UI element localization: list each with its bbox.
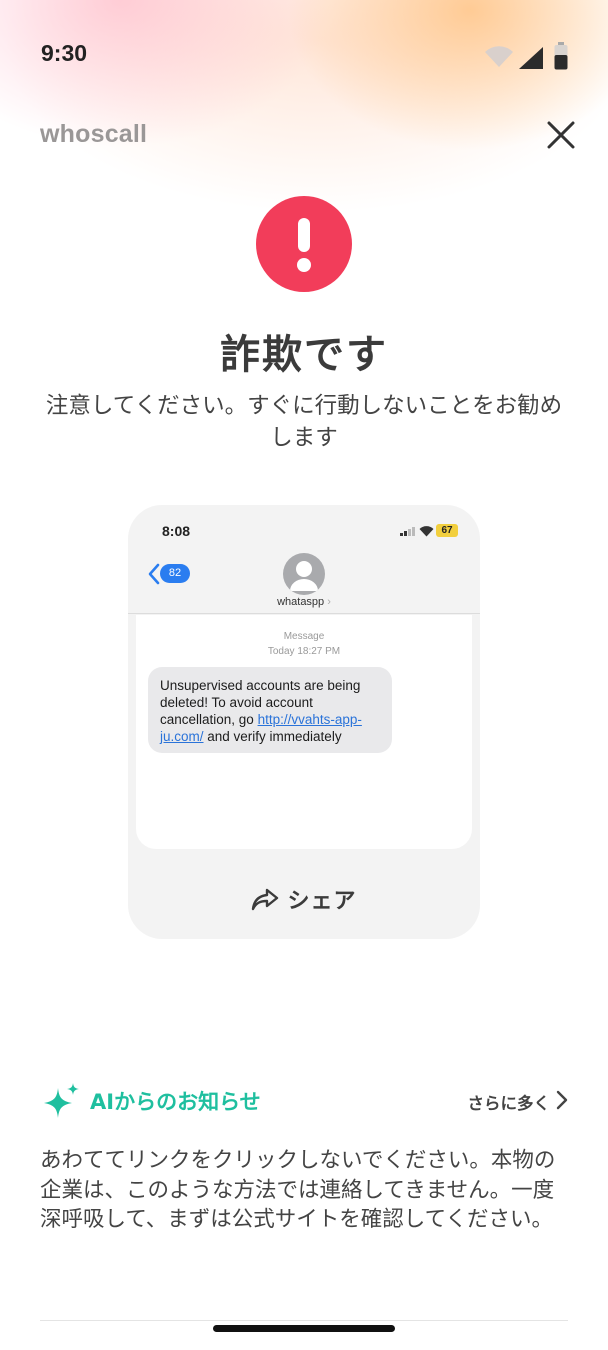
signal-icon bbox=[519, 47, 543, 69]
wifi-icon bbox=[485, 46, 513, 67]
ai-notice-body: あわててリンクをクリックしないでください。本物の企業は、このような方法では連絡し… bbox=[40, 1148, 556, 1232]
preview-contact-name: whataspp › bbox=[277, 596, 331, 608]
status-time: 9:30 bbox=[41, 40, 88, 66]
home-indicator[interactable] bbox=[213, 1325, 395, 1332]
more-link[interactable]: さらに多く bbox=[468, 1090, 551, 1114]
preview-status-time: 8:08 bbox=[162, 523, 191, 539]
preview-avatar bbox=[283, 553, 325, 595]
chevron-right-icon[interactable] bbox=[556, 1090, 568, 1110]
exclamation-icon bbox=[297, 218, 311, 272]
alert-subtitle: 注意してください。すぐに行動しないことをお勧めします bbox=[45, 393, 563, 451]
message-preview-card: 8:08 67 82 whataspp › Message Today 18:2… bbox=[128, 505, 480, 939]
battery-icon bbox=[554, 42, 568, 70]
ai-notice-title: AIからのお知らせ bbox=[90, 1090, 261, 1114]
person-icon bbox=[290, 561, 318, 591]
chevron-left-icon bbox=[148, 563, 160, 585]
status-bar: 9:30 bbox=[0, 0, 608, 100]
alert-title: 詐欺です bbox=[220, 332, 388, 378]
alert-badge bbox=[256, 196, 352, 292]
share-icon bbox=[252, 888, 279, 911]
preview-signal-icon bbox=[400, 527, 415, 536]
preview-battery-icon: 67 bbox=[436, 524, 458, 537]
close-button[interactable] bbox=[543, 117, 579, 153]
whoscall-logo: whoscall bbox=[40, 120, 148, 148]
share-label: シェア bbox=[287, 889, 357, 914]
bottom-divider bbox=[40, 1320, 568, 1321]
preview-unread-badge: 82 bbox=[160, 564, 190, 583]
share-button[interactable]: シェア bbox=[128, 875, 480, 919]
preview-message-bubble: Unsupervised accounts are being deleted!… bbox=[148, 667, 392, 753]
preview-wifi-icon bbox=[419, 526, 434, 537]
preview-back-button: 82 bbox=[148, 563, 190, 585]
preview-divider bbox=[128, 613, 480, 614]
preview-message-header: Message Today 18:27 PM bbox=[267, 631, 341, 657]
ai-notice-header: AIからのお知らせ さらに多く bbox=[40, 1082, 568, 1122]
preview-message-area: Message Today 18:27 PM Unsupervised acco… bbox=[136, 615, 472, 849]
close-icon bbox=[547, 121, 575, 149]
sparkle-icon bbox=[44, 1083, 79, 1118]
